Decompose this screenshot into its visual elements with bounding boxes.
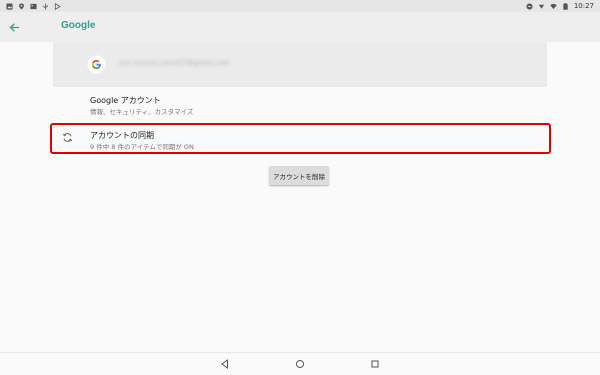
nav-recents-icon — [371, 360, 379, 368]
navigation-bar — [0, 352, 600, 375]
do-not-disturb-icon — [526, 2, 533, 10]
status-time: 10:27 — [573, 2, 594, 10]
wifi-icon — [550, 3, 557, 10]
account-sync-subtitle: 9 件中 8 件のアイテムで同期が ON — [90, 143, 194, 151]
google-account-subtitle: 情報、セキュリティ、カスタマイズ — [90, 108, 194, 116]
status-bar-right: 10:27 — [526, 2, 594, 10]
account-sync-item[interactable]: アカウントの同期 9 件中 8 件のアイテムで同期が ON — [53, 123, 547, 153]
arrow-back-icon — [9, 22, 19, 32]
nav-recents-button[interactable] — [369, 358, 381, 370]
nav-home-button[interactable] — [294, 358, 306, 370]
remove-account-button[interactable]: アカウントを削除 — [269, 166, 329, 185]
battery-icon — [562, 2, 569, 10]
nav-home-icon — [296, 360, 304, 368]
photo-icon — [6, 2, 13, 10]
nav-back-icon — [221, 359, 228, 369]
account-sync-title: アカウントの同期 — [90, 131, 154, 140]
page-title: Google — [61, 20, 96, 31]
usb-icon — [42, 2, 49, 10]
sync-icon — [62, 132, 73, 143]
location-icon — [18, 2, 25, 10]
google-logo-icon — [87, 55, 106, 74]
google-account-title: Google アカウント — [90, 96, 161, 105]
app-bar: Google — [0, 12, 600, 42]
account-email: xxx.xxxxxx.xxxx07@gmail.com — [119, 59, 230, 67]
image-icon — [30, 3, 37, 10]
status-bar-left — [6, 2, 61, 10]
status-bar: 10:27 — [0, 0, 600, 12]
back-button[interactable] — [6, 19, 22, 35]
nav-back-button[interactable] — [219, 358, 231, 370]
account-header: xxx.xxxxxx.xxxx07@gmail.com — [53, 42, 547, 87]
signal-icon — [538, 3, 545, 10]
play-store-icon — [54, 2, 61, 10]
google-account-item[interactable]: Google アカウント 情報、セキュリティ、カスタマイズ — [53, 87, 547, 120]
